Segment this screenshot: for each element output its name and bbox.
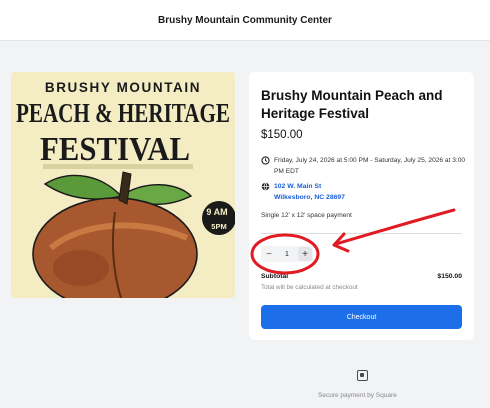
event-location-row[interactable]: 102 W. Main St Wilkesboro, NC 28697: [261, 181, 345, 203]
divider: [261, 233, 462, 234]
event-description: Single 12' x 12' space payment: [261, 212, 352, 219]
square-logo-icon: [357, 370, 368, 381]
subtotal-value: $150.00: [437, 273, 462, 280]
decrease-quantity-button[interactable]: −: [262, 247, 276, 261]
poster-line3: FESTIVAL: [40, 131, 190, 168]
event-price: $150.00: [261, 129, 303, 141]
quantity-value: 1: [285, 250, 289, 258]
event-address-link[interactable]: 102 W. Main St Wilkesboro, NC 28697: [274, 181, 345, 203]
address-line1[interactable]: 102 W. Main St: [274, 183, 321, 190]
top-bar: Brushy Mountain Community Center: [0, 0, 490, 41]
globe-icon: [261, 182, 270, 191]
store-title: Brushy Mountain Community Center: [158, 14, 332, 26]
event-title: Brushy Mountain Peach and Heritage Festi…: [261, 88, 443, 121]
event-poster-image: BRUSHY MOUNTAIN PEACH & HERITAGE FESTIVA…: [11, 72, 235, 298]
increase-quantity-button[interactable]: +: [298, 247, 312, 261]
event-date: Friday, July 24, 2026 at 5:00 PM - Satur…: [274, 157, 466, 175]
checkout-button[interactable]: Checkout: [261, 305, 462, 329]
poster-badge-top: 9 AM: [206, 207, 227, 217]
quantity-stepper[interactable]: − 1 +: [261, 246, 313, 262]
secure-payment-text: Secure payment by Square: [318, 392, 397, 399]
subtotal-label: Subtotal: [261, 273, 289, 280]
total-note: Total will be calculated at checkout: [261, 284, 358, 291]
clock-icon: [261, 156, 270, 165]
poster-badge-bottom: 5PM: [211, 222, 226, 231]
address-line2[interactable]: Wilkesboro, NC 28697: [274, 194, 345, 201]
event-date-row: Friday, July 24, 2026 at 5:00 PM - Satur…: [261, 155, 474, 177]
event-card: Brushy Mountain Peach and Heritage Festi…: [249, 72, 474, 340]
poster-line2: PEACH & HERITAGE: [16, 98, 230, 128]
poster-line1: BRUSHY MOUNTAIN: [45, 80, 201, 95]
